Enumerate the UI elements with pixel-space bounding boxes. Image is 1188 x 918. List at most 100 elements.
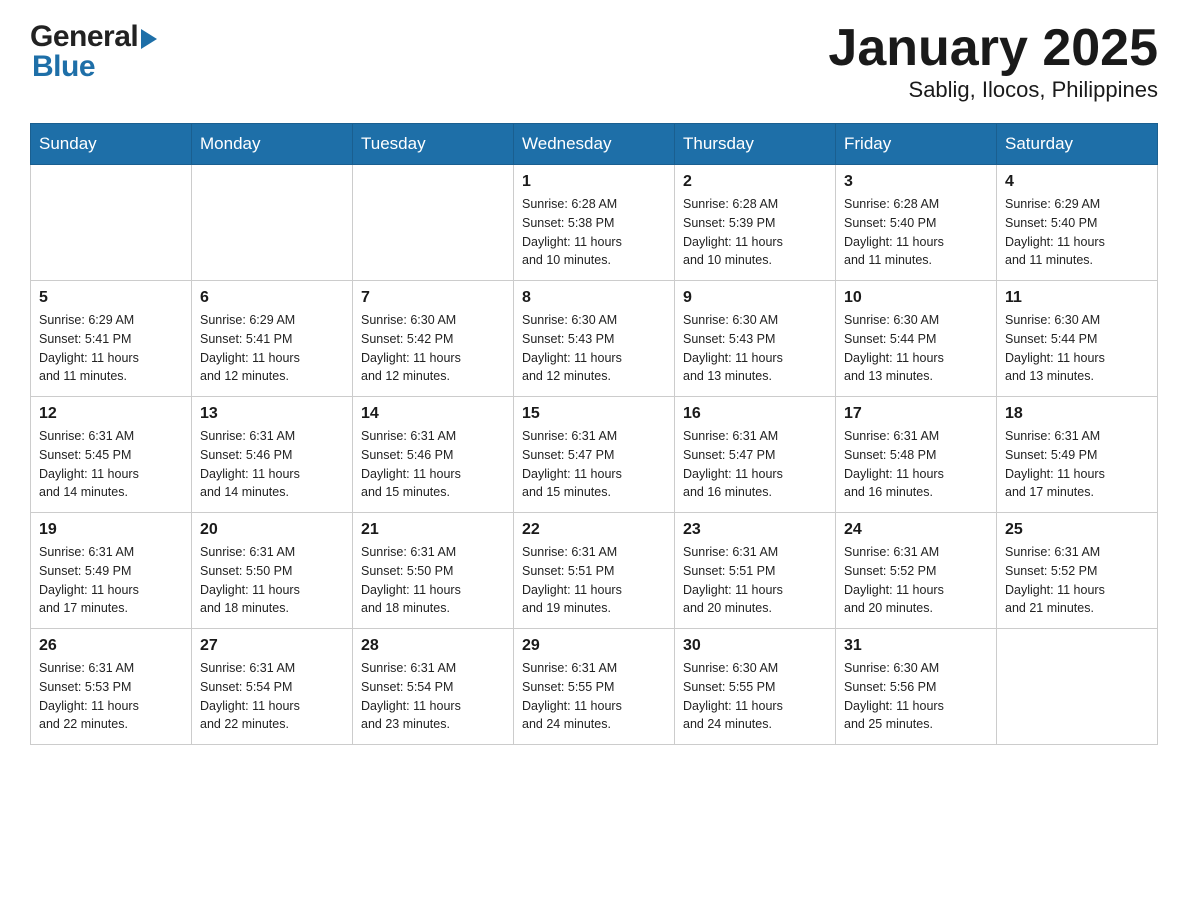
day-info: Sunrise: 6:31 AM Sunset: 5:52 PM Dayligh… <box>844 543 988 618</box>
day-info: Sunrise: 6:31 AM Sunset: 5:46 PM Dayligh… <box>200 427 344 502</box>
day-info: Sunrise: 6:31 AM Sunset: 5:50 PM Dayligh… <box>361 543 505 618</box>
day-header-sunday: Sunday <box>31 124 192 165</box>
day-info: Sunrise: 6:31 AM Sunset: 5:49 PM Dayligh… <box>1005 427 1149 502</box>
day-number: 7 <box>361 289 505 307</box>
calendar-table: SundayMondayTuesdayWednesdayThursdayFrid… <box>30 123 1158 745</box>
day-info: Sunrise: 6:31 AM Sunset: 5:47 PM Dayligh… <box>522 427 666 502</box>
calendar-cell <box>997 629 1158 745</box>
calendar-cell: 12 Sunrise: 6:31 AM Sunset: 5:45 PM Dayli… <box>31 397 192 513</box>
day-number: 9 <box>683 289 827 307</box>
day-info: Sunrise: 6:31 AM Sunset: 5:51 PM Dayligh… <box>683 543 827 618</box>
day-number: 1 <box>522 173 666 191</box>
day-number: 10 <box>844 289 988 307</box>
day-number: 25 <box>1005 521 1149 539</box>
day-header-wednesday: Wednesday <box>514 124 675 165</box>
day-number: 23 <box>683 521 827 539</box>
calendar-title: January 2025 <box>828 20 1158 77</box>
day-number: 15 <box>522 405 666 423</box>
day-header-thursday: Thursday <box>675 124 836 165</box>
day-number: 19 <box>39 521 183 539</box>
calendar-cell: 26 Sunrise: 6:31 AM Sunset: 5:53 PM Dayli… <box>31 629 192 745</box>
calendar-cell: 29Sunrise: 6:31 AM Sunset: 5:55 PM Dayli… <box>514 629 675 745</box>
day-info: Sunrise: 6:29 AM Sunset: 5:41 PM Dayligh… <box>200 311 344 386</box>
day-info: Sunrise: 6:30 AM Sunset: 5:44 PM Dayligh… <box>1005 311 1149 386</box>
day-number: 22 <box>522 521 666 539</box>
calendar-cell: 14Sunrise: 6:31 AM Sunset: 5:46 PM Dayli… <box>353 397 514 513</box>
day-info: Sunrise: 6:29 AM Sunset: 5:40 PM Dayligh… <box>1005 195 1149 270</box>
day-number: 26 <box>39 637 183 655</box>
day-number: 30 <box>683 637 827 655</box>
day-info: Sunrise: 6:31 AM Sunset: 5:51 PM Dayligh… <box>522 543 666 618</box>
day-number: 17 <box>844 405 988 423</box>
calendar-cell <box>353 165 514 281</box>
day-number: 21 <box>361 521 505 539</box>
calendar-cell: 23 Sunrise: 6:31 AM Sunset: 5:51 PM Dayli… <box>675 513 836 629</box>
day-info: Sunrise: 6:30 AM Sunset: 5:44 PM Dayligh… <box>844 311 988 386</box>
title-block: January 2025 Sablig, Ilocos, Philippines <box>828 20 1158 103</box>
day-info: Sunrise: 6:31 AM Sunset: 5:55 PM Dayligh… <box>522 659 666 734</box>
calendar-cell <box>31 165 192 281</box>
day-info: Sunrise: 6:31 AM Sunset: 5:52 PM Dayligh… <box>1005 543 1149 618</box>
calendar-week-1: 1 Sunrise: 6:28 AM Sunset: 5:38 PM Daylig… <box>31 165 1158 281</box>
day-number: 27 <box>200 637 344 655</box>
calendar-cell: 25 Sunrise: 6:31 AM Sunset: 5:52 PM Dayli… <box>997 513 1158 629</box>
day-header-saturday: Saturday <box>997 124 1158 165</box>
day-number: 14 <box>361 405 505 423</box>
calendar-subtitle: Sablig, Ilocos, Philippines <box>828 77 1158 103</box>
day-info: Sunrise: 6:31 AM Sunset: 5:45 PM Dayligh… <box>39 427 183 502</box>
day-number: 3 <box>844 173 988 191</box>
calendar-cell: 1 Sunrise: 6:28 AM Sunset: 5:38 PM Daylig… <box>514 165 675 281</box>
day-number: 11 <box>1005 289 1149 307</box>
logo-blue-text: Blue <box>32 50 95 84</box>
calendar-cell: 7 Sunrise: 6:30 AM Sunset: 5:42 PM Daylig… <box>353 281 514 397</box>
page-header: General Blue January 2025 Sablig, Ilocos… <box>30 20 1158 103</box>
calendar-cell: 17Sunrise: 6:31 AM Sunset: 5:48 PM Dayli… <box>836 397 997 513</box>
calendar-cell: 8 Sunrise: 6:30 AM Sunset: 5:43 PM Daylig… <box>514 281 675 397</box>
day-number: 2 <box>683 173 827 191</box>
calendar-week-3: 12 Sunrise: 6:31 AM Sunset: 5:45 PM Dayli… <box>31 397 1158 513</box>
day-number: 6 <box>200 289 344 307</box>
calendar-cell: 16 Sunrise: 6:31 AM Sunset: 5:47 PM Dayli… <box>675 397 836 513</box>
day-number: 28 <box>361 637 505 655</box>
day-number: 31 <box>844 637 988 655</box>
calendar-cell: 2 Sunrise: 6:28 AM Sunset: 5:39 PM Daylig… <box>675 165 836 281</box>
day-info: Sunrise: 6:31 AM Sunset: 5:54 PM Dayligh… <box>361 659 505 734</box>
day-number: 13 <box>200 405 344 423</box>
logo: General Blue <box>30 20 157 84</box>
calendar-cell: 4 Sunrise: 6:29 AM Sunset: 5:40 PM Daylig… <box>997 165 1158 281</box>
day-info: Sunrise: 6:28 AM Sunset: 5:39 PM Dayligh… <box>683 195 827 270</box>
calendar-cell: 11 Sunrise: 6:30 AM Sunset: 5:44 PM Dayli… <box>997 281 1158 397</box>
calendar-cell: 18 Sunrise: 6:31 AM Sunset: 5:49 PM Dayli… <box>997 397 1158 513</box>
calendar-cell <box>192 165 353 281</box>
calendar-cell: 19 Sunrise: 6:31 AM Sunset: 5:49 PM Dayli… <box>31 513 192 629</box>
calendar-cell: 22 Sunrise: 6:31 AM Sunset: 5:51 PM Dayli… <box>514 513 675 629</box>
calendar-cell: 28 Sunrise: 6:31 AM Sunset: 5:54 PM Dayli… <box>353 629 514 745</box>
day-info: Sunrise: 6:31 AM Sunset: 5:47 PM Dayligh… <box>683 427 827 502</box>
day-number: 8 <box>522 289 666 307</box>
calendar-header-row: SundayMondayTuesdayWednesdayThursdayFrid… <box>31 124 1158 165</box>
day-number: 16 <box>683 405 827 423</box>
logo-general-text: General <box>30 20 138 54</box>
day-number: 20 <box>200 521 344 539</box>
day-info: Sunrise: 6:30 AM Sunset: 5:55 PM Dayligh… <box>683 659 827 734</box>
calendar-cell: 20Sunrise: 6:31 AM Sunset: 5:50 PM Dayli… <box>192 513 353 629</box>
day-info: Sunrise: 6:30 AM Sunset: 5:43 PM Dayligh… <box>522 311 666 386</box>
day-number: 12 <box>39 405 183 423</box>
day-number: 24 <box>844 521 988 539</box>
day-info: Sunrise: 6:30 AM Sunset: 5:42 PM Dayligh… <box>361 311 505 386</box>
day-number: 18 <box>1005 405 1149 423</box>
day-info: Sunrise: 6:28 AM Sunset: 5:38 PM Dayligh… <box>522 195 666 270</box>
day-header-monday: Monday <box>192 124 353 165</box>
calendar-cell: 10 Sunrise: 6:30 AM Sunset: 5:44 PM Dayli… <box>836 281 997 397</box>
day-header-tuesday: Tuesday <box>353 124 514 165</box>
day-number: 4 <box>1005 173 1149 191</box>
day-info: Sunrise: 6:31 AM Sunset: 5:53 PM Dayligh… <box>39 659 183 734</box>
day-info: Sunrise: 6:29 AM Sunset: 5:41 PM Dayligh… <box>39 311 183 386</box>
day-info: Sunrise: 6:31 AM Sunset: 5:54 PM Dayligh… <box>200 659 344 734</box>
day-info: Sunrise: 6:31 AM Sunset: 5:49 PM Dayligh… <box>39 543 183 618</box>
calendar-cell: 13 Sunrise: 6:31 AM Sunset: 5:46 PM Dayli… <box>192 397 353 513</box>
day-info: Sunrise: 6:30 AM Sunset: 5:43 PM Dayligh… <box>683 311 827 386</box>
calendar-week-5: 26 Sunrise: 6:31 AM Sunset: 5:53 PM Dayli… <box>31 629 1158 745</box>
day-info: Sunrise: 6:28 AM Sunset: 5:40 PM Dayligh… <box>844 195 988 270</box>
calendar-cell: 21 Sunrise: 6:31 AM Sunset: 5:50 PM Dayli… <box>353 513 514 629</box>
